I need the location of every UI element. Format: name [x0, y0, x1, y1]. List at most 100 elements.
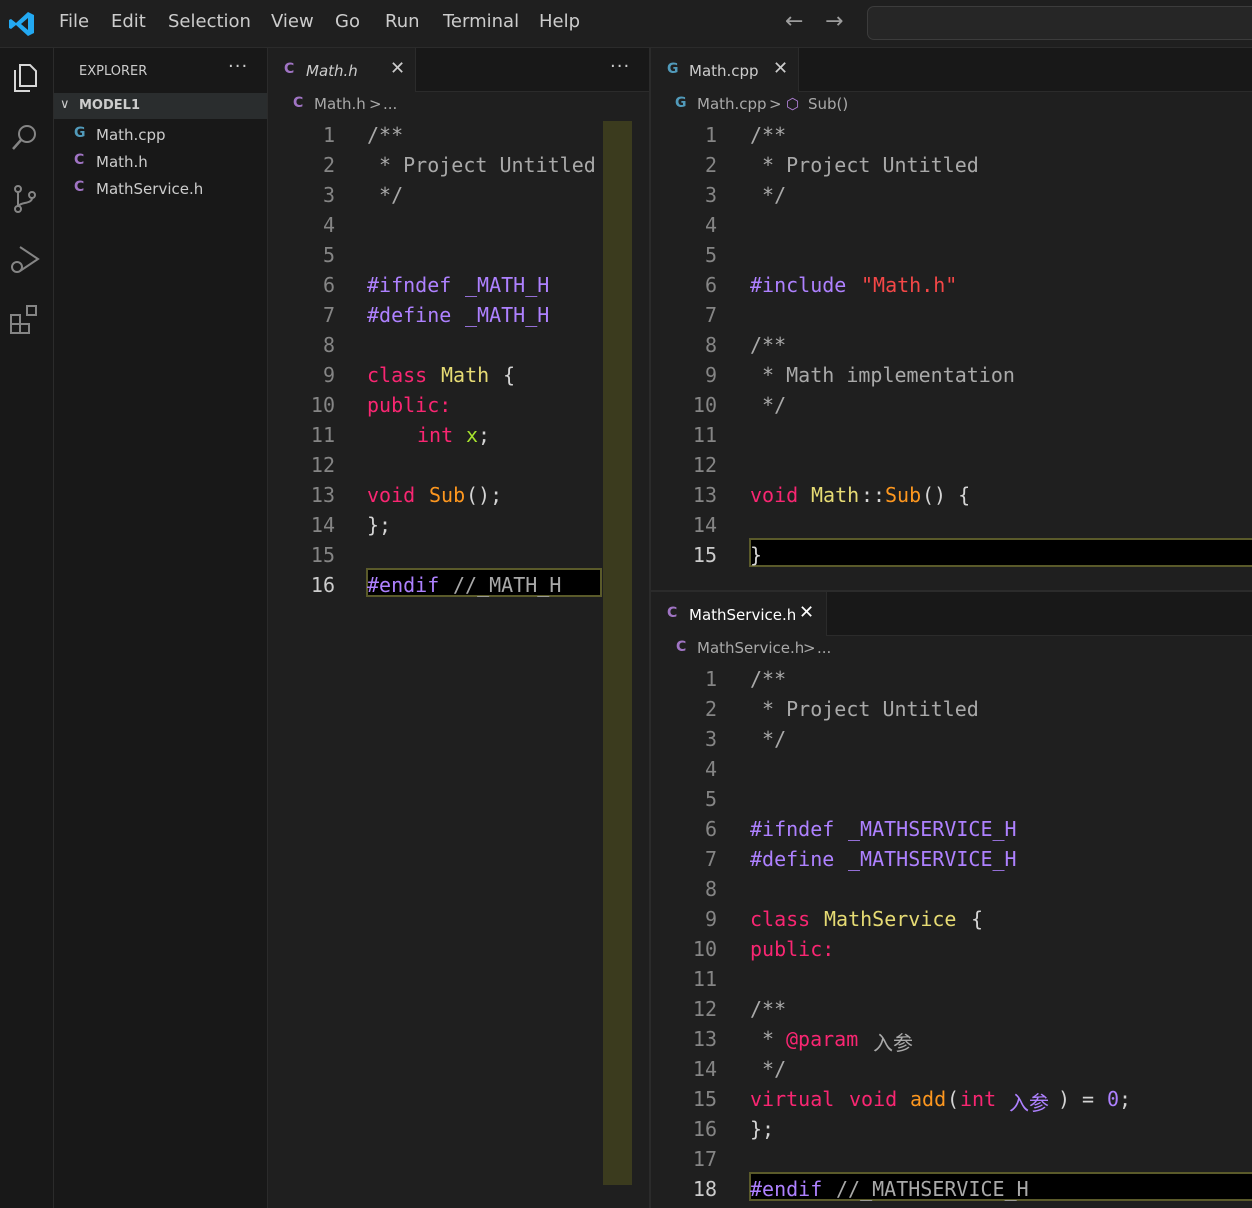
arrow-right-icon[interactable]: →: [825, 9, 843, 34]
tab-bar: G Math.cpp ✕: [651, 48, 1252, 92]
code-text: _MATHSERVICE_H: [848, 847, 1017, 871]
menu-go[interactable]: Go: [335, 11, 360, 32]
code-text: int: [417, 423, 454, 447]
menu-edit[interactable]: Edit: [111, 11, 146, 32]
breadcrumb-symbol[interactable]: Sub(): [808, 95, 848, 113]
code-text: */: [367, 183, 404, 207]
code-text: class: [750, 907, 811, 931]
chevron-right-icon: >: [803, 639, 816, 657]
chevron-right-icon: >: [369, 95, 382, 113]
line-number: 5: [704, 787, 717, 811]
line-number: 18: [692, 1177, 717, 1201]
vscode-logo-icon[interactable]: [8, 10, 36, 38]
source-control-icon[interactable]: [8, 182, 42, 216]
code-text: /**: [750, 997, 787, 1021]
minimap[interactable]: [603, 121, 632, 1185]
tab-mathservice-h[interactable]: C MathService.h ✕: [651, 592, 827, 636]
breadcrumb-file[interactable]: MathService.h: [697, 639, 804, 657]
menu-file[interactable]: File: [59, 11, 89, 32]
breadcrumb-file[interactable]: Math.h: [314, 95, 366, 113]
line-number: 13: [692, 1027, 717, 1051]
line-number: 6: [322, 273, 335, 297]
editor-group-math-h: C Math.h ✕ ··· C Math.h > ... 1 /** 2 * P…: [268, 48, 649, 1208]
extensions-icon[interactable]: [8, 302, 42, 336]
menu-view[interactable]: View: [271, 11, 314, 32]
code-text: 0: [1107, 1087, 1120, 1111]
code-text: * Project Untitled: [367, 153, 596, 177]
run-debug-icon[interactable]: [8, 242, 42, 276]
code-text: _MATHSERVICE_H: [848, 817, 1017, 841]
code-text: //_MATHSERVICE_H: [836, 1177, 1029, 1201]
code-text: {: [503, 363, 516, 387]
menu-selection[interactable]: Selection: [168, 11, 251, 32]
code-area[interactable]: 1 /** 2 * Project Untitled 3 */ 4 5 6 #ifn…: [268, 120, 649, 630]
line-number: 7: [704, 303, 717, 327]
line-number: 6: [704, 273, 717, 297]
line-number: 8: [704, 877, 717, 901]
code-text: * Project Untitled: [750, 153, 979, 177]
line-number: 13: [692, 483, 717, 507]
menu-run[interactable]: Run: [385, 11, 420, 32]
files-icon[interactable]: [8, 60, 42, 94]
breadcrumb-file[interactable]: Math.cpp: [697, 95, 767, 113]
code-text: #ifndef: [367, 273, 452, 297]
code-area[interactable]: 1 /** 2 * Project Untitled 3 */ 4 5 6 #ifn…: [651, 664, 1252, 1208]
command-center-search[interactable]: [867, 6, 1252, 40]
code-text: */: [750, 393, 787, 417]
line-number: 17: [692, 1147, 717, 1171]
code-text: #ifndef: [750, 817, 835, 841]
line-number: 5: [322, 243, 335, 267]
chevron-down-icon: ∨: [60, 97, 70, 112]
close-icon[interactable]: ✕: [390, 58, 405, 79]
line-number: 16: [692, 1117, 717, 1141]
code-text: /**: [367, 123, 404, 147]
code-text: Sub: [429, 483, 466, 507]
line-number: 16: [310, 573, 335, 597]
code-area[interactable]: 1 /** 2 * Project Untitled 3 */ 4 5 6 #inc…: [651, 120, 1252, 590]
cpp-file-icon: G: [74, 125, 86, 141]
editor-group-mathservice-h: C MathService.h ✕ C MathService.h > ... …: [651, 592, 1252, 1208]
code-text: void: [367, 483, 416, 507]
line-number: 10: [310, 393, 335, 417]
more-actions-icon[interactable]: ···: [228, 56, 248, 77]
line-number: 13: [310, 483, 335, 507]
line-number: 10: [692, 937, 717, 961]
code-text: ): [1058, 1087, 1071, 1111]
close-icon[interactable]: ✕: [773, 58, 788, 79]
c-header-file-icon: C: [74, 152, 85, 168]
line-number: 9: [704, 363, 717, 387]
folder-row[interactable]: ∨ MODEL1: [54, 93, 267, 119]
breadcrumb-more[interactable]: ...: [383, 95, 397, 113]
code-text: Math: [441, 363, 490, 387]
code-text: 入参: [873, 1031, 913, 1055]
line-number: 2: [322, 153, 335, 177]
line-number: 1: [322, 123, 335, 147]
line-number: 1: [704, 123, 717, 147]
menu-help[interactable]: Help: [539, 11, 580, 32]
code-text: add: [910, 1087, 947, 1111]
tab-math-cpp[interactable]: G Math.cpp ✕: [651, 48, 799, 92]
tab-bar: C Math.h ✕ ···: [268, 48, 649, 92]
arrow-left-icon[interactable]: ←: [785, 9, 803, 34]
line-number: 3: [704, 727, 717, 751]
breadcrumb-more[interactable]: ...: [817, 639, 831, 657]
code-text: Math: [811, 483, 860, 507]
code-text: //_MATH_H: [453, 573, 562, 597]
title-bar: File Edit Selection View Go Run Terminal…: [0, 0, 1252, 48]
line-number: 9: [704, 907, 717, 931]
file-item-math-h[interactable]: C Math.h: [54, 149, 267, 175]
tab-label: MathService.h: [689, 606, 797, 624]
line-number: 9: [322, 363, 335, 387]
file-item-math-cpp[interactable]: G Math.cpp: [54, 122, 267, 148]
more-actions-icon[interactable]: ···: [610, 56, 630, 77]
c-header-file-icon: C: [284, 61, 295, 77]
line-number: 8: [704, 333, 717, 357]
tab-math-h[interactable]: C Math.h ✕: [268, 48, 416, 92]
search-icon[interactable]: [8, 120, 42, 154]
editor-group-math-cpp: G Math.cpp ✕ G Math.cpp > ⬡ Sub() 1 /** 2…: [651, 48, 1252, 590]
close-icon[interactable]: ✕: [799, 602, 814, 623]
code-text: "Math.h": [861, 273, 958, 297]
menu-terminal[interactable]: Terminal: [443, 11, 519, 32]
file-item-mathservice-h[interactable]: C MathService.h: [54, 176, 267, 202]
code-text: /**: [750, 333, 787, 357]
